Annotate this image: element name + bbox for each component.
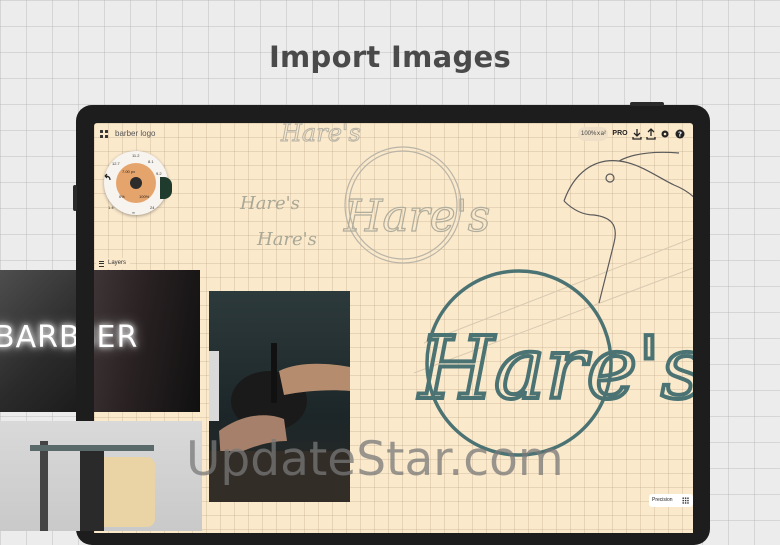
watermark: UpdateStar.com bbox=[186, 432, 564, 487]
brush-size-value: 7.00 px bbox=[122, 169, 136, 174]
layers-icon bbox=[99, 261, 104, 267]
grid-menu-icon[interactable] bbox=[100, 130, 108, 138]
zoom-close[interactable]: x bbox=[597, 127, 600, 141]
brush-label: 1.4 bbox=[108, 205, 114, 210]
imported-photo-neon-right[interactable]: BARBER bbox=[94, 270, 200, 412]
brush-label: 9.2 bbox=[156, 171, 162, 176]
razor-illustration bbox=[30, 441, 155, 531]
brush-label: ∞ bbox=[132, 210, 135, 215]
color-swatch[interactable] bbox=[160, 177, 172, 199]
help-icon[interactable]: ? bbox=[674, 128, 686, 140]
opacity-right: 100% bbox=[139, 194, 150, 199]
brush-wheel[interactable]: 7.00 px 0% 100% 11.2 12.7 8.1 9.2 1.4 24… bbox=[102, 151, 172, 215]
settings-icon[interactable] bbox=[659, 128, 671, 140]
logo-wordmark: Hare's bbox=[417, 319, 693, 419]
document-title[interactable]: barber logo bbox=[115, 129, 155, 138]
pro-button[interactable]: PRO bbox=[612, 128, 628, 140]
brush-size-knob[interactable] bbox=[130, 177, 142, 189]
layers-label: Layers bbox=[108, 260, 127, 266]
zoom-indicator[interactable]: 100% x a² bbox=[578, 127, 608, 141]
top-bar: barber logo 100% x a² PRO ? bbox=[94, 123, 693, 145]
tablet-volume-button bbox=[73, 185, 77, 211]
neon-sign-text: BARBER bbox=[94, 320, 139, 355]
imported-photo-razor[interactable] bbox=[0, 421, 202, 531]
zoom-unit: a² bbox=[600, 131, 606, 137]
imported-photo-neon-left[interactable]: BARBER bbox=[0, 270, 76, 412]
zoom-value: 100% bbox=[581, 131, 597, 137]
sketch-word: Hare's bbox=[239, 193, 300, 214]
precision-button[interactable]: Precision bbox=[649, 494, 693, 507]
brush-label: 24 bbox=[150, 205, 155, 210]
tablet-power-button bbox=[630, 102, 664, 106]
brush-label: 8.1 bbox=[148, 159, 154, 164]
sketch-word-large: Hare's bbox=[343, 191, 490, 242]
undo-icon[interactable] bbox=[102, 173, 112, 183]
hare-eye bbox=[605, 173, 615, 183]
svg-text:?: ? bbox=[678, 131, 682, 139]
export-icon[interactable] bbox=[631, 128, 643, 140]
opacity-left: 0% bbox=[119, 194, 125, 199]
headline: Import Images bbox=[268, 40, 512, 74]
sketch-word: Hare's bbox=[256, 229, 317, 250]
share-icon[interactable] bbox=[645, 128, 657, 140]
neon-sign-text: BARBER bbox=[0, 320, 76, 355]
precision-label: Precision bbox=[652, 497, 673, 503]
brush-label: 12.7 bbox=[112, 161, 120, 166]
brush-label: 11.2 bbox=[132, 153, 140, 158]
precision-grid-icon bbox=[682, 497, 689, 504]
layers-button[interactable]: Layers bbox=[96, 258, 130, 269]
